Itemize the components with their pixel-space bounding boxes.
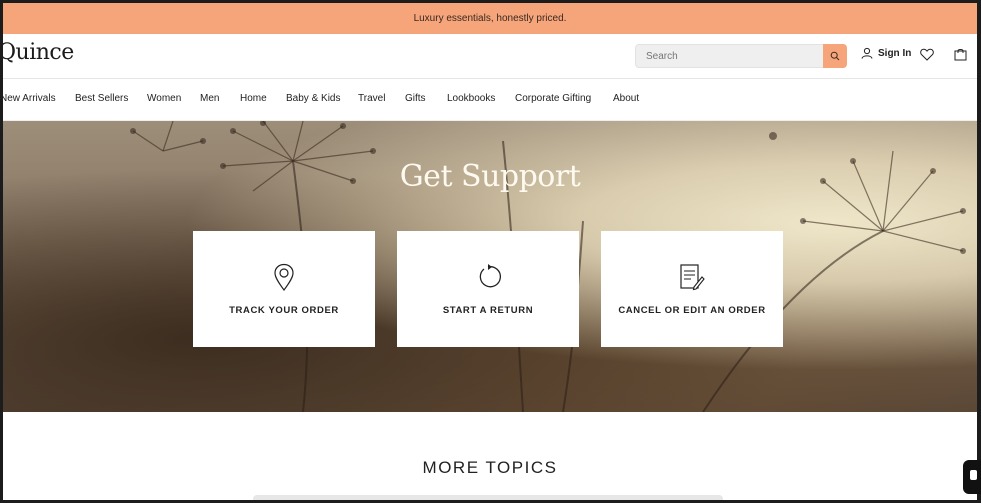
nav-new-arrivals[interactable]: New Arrivals xyxy=(3,93,56,104)
search-icon xyxy=(830,51,840,61)
support-hero: Get Support TRACK YOUR ORDER START A RET… xyxy=(3,121,977,412)
track-order-card[interactable]: TRACK YOUR ORDER xyxy=(193,231,375,347)
topics-search-bar[interactable] xyxy=(253,495,723,500)
sign-in-link[interactable]: Sign In xyxy=(861,47,911,59)
nav-best-sellers[interactable]: Best Sellers xyxy=(75,93,128,104)
user-icon xyxy=(861,47,873,59)
nav-travel[interactable]: Travel xyxy=(358,93,385,104)
nav-baby-kids[interactable]: Baby & Kids xyxy=(286,93,340,104)
chat-button[interactable] xyxy=(963,460,981,494)
search-box xyxy=(635,44,847,68)
location-pin-icon xyxy=(274,263,294,291)
nav-women[interactable]: Women xyxy=(147,93,181,104)
page: Luxury essentials, honestly priced. Quin… xyxy=(3,3,977,500)
cancel-edit-order-label: CANCEL OR EDIT AN ORDER xyxy=(618,305,766,316)
edit-document-icon xyxy=(680,264,705,291)
main-nav: New Arrivals Best Sellers Women Men Home… xyxy=(3,79,977,121)
start-return-card[interactable]: START A RETURN xyxy=(397,231,579,347)
page-title: Get Support xyxy=(399,159,581,194)
quince-logo[interactable]: Quince xyxy=(3,40,74,65)
heart-icon xyxy=(920,48,934,61)
return-arrow-icon xyxy=(479,264,501,288)
nav-home[interactable]: Home xyxy=(240,93,267,104)
track-order-label: TRACK YOUR ORDER xyxy=(229,305,339,316)
announcement-bar: Luxury essentials, honestly priced. xyxy=(3,3,977,34)
cancel-edit-order-card[interactable]: CANCEL OR EDIT AN ORDER xyxy=(601,231,783,347)
nav-gifts[interactable]: Gifts xyxy=(405,93,426,104)
nav-corporate-gifting[interactable]: Corporate Gifting xyxy=(515,93,591,104)
search-button[interactable] xyxy=(823,44,847,68)
more-topics-heading: MORE TOPICS xyxy=(422,458,558,477)
chat-icon xyxy=(970,470,977,480)
start-return-label: START A RETURN xyxy=(442,305,534,316)
sign-in-label: Sign In xyxy=(878,47,912,59)
search-input[interactable] xyxy=(636,45,821,67)
shopping-bag-icon xyxy=(954,48,967,61)
nav-men[interactable]: Men xyxy=(200,93,219,104)
nav-about[interactable]: About xyxy=(613,93,639,104)
wishlist-button[interactable] xyxy=(920,48,934,66)
nav-lookbooks[interactable]: Lookbooks xyxy=(447,93,495,104)
cart-button[interactable] xyxy=(954,48,967,66)
site-header: Quince Sign In xyxy=(3,34,977,79)
announcement-text: Luxury essentials, honestly priced. xyxy=(413,13,567,24)
